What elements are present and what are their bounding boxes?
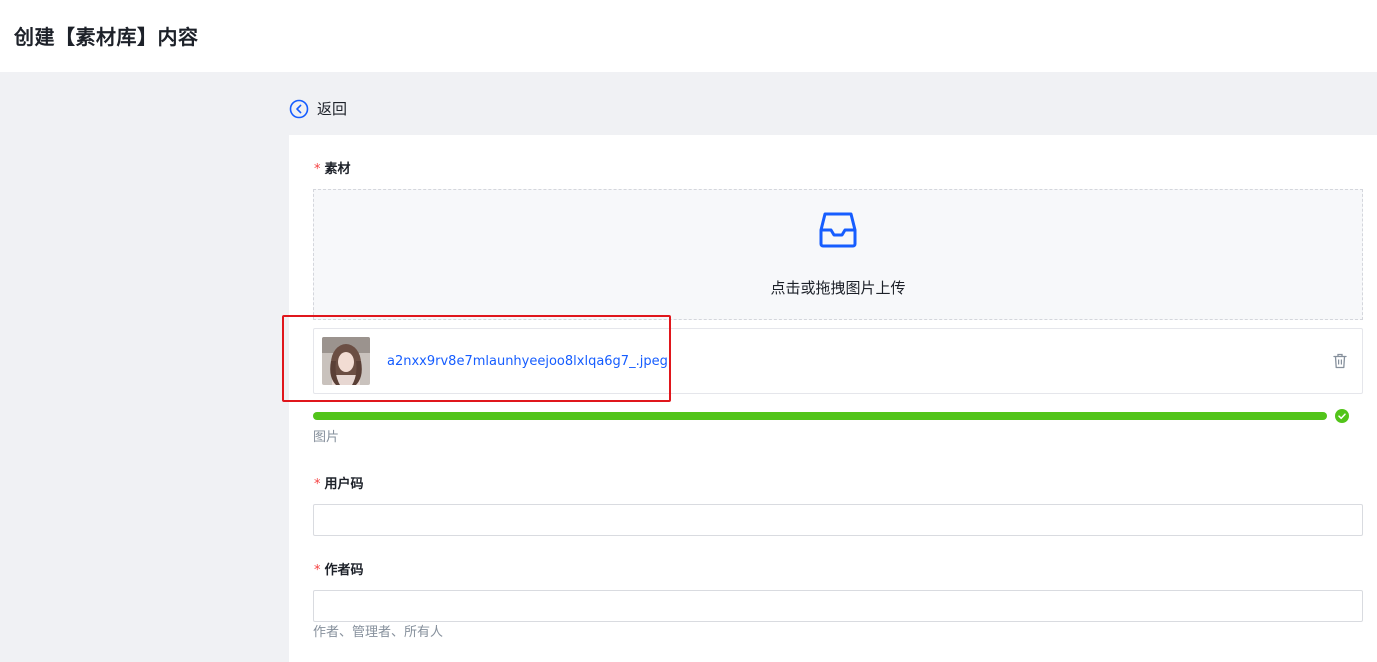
uploaded-file-item: a2nxx9rv8e7mlaunhyeejoo8lxlqa6g7_.jpeg: [313, 328, 1363, 394]
material-label-text: 素材: [324, 162, 351, 177]
required-mark: *: [314, 477, 321, 492]
author-code-helper-text: 作者、管理者、所有人: [313, 625, 444, 640]
author-code-label: * 作者码: [314, 562, 364, 580]
user-code-input[interactable]: [313, 504, 1363, 536]
image-upload-dropzone[interactable]: 点击或拖拽图片上传: [313, 189, 1363, 320]
upload-progress-fill: [313, 412, 1327, 420]
trash-icon[interactable]: [1333, 353, 1347, 369]
form-card: * 素材 点击或拖拽图片上传 a2nxx9rv8e7mlaunhyeejoo8lx…: [289, 135, 1377, 662]
upload-hint: 点击或拖拽图片上传: [770, 279, 906, 297]
circle-chevron-left-icon: [289, 99, 309, 119]
top-bar: 创建【素材库】内容: [0, 0, 1377, 72]
back-link[interactable]: 返回: [289, 98, 347, 120]
material-helper-text: 图片: [313, 430, 340, 445]
check-circle-icon: [1335, 409, 1349, 423]
image-thumbnail[interactable]: [322, 337, 370, 385]
thumbnail-image: [322, 337, 370, 385]
page-title: 创建【素材库】内容: [14, 25, 199, 49]
author-code-label-text: 作者码: [324, 563, 364, 578]
back-label: 返回: [317, 100, 348, 118]
required-mark: *: [314, 162, 321, 177]
required-mark: *: [314, 563, 321, 578]
user-code-label-text: 用户码: [324, 477, 364, 492]
uploaded-file-name[interactable]: a2nxx9rv8e7mlaunhyeejoo8lxlqa6g7_.jpeg: [387, 352, 668, 372]
user-code-label: * 用户码: [314, 476, 364, 494]
inbox-icon: [819, 212, 857, 248]
author-code-input[interactable]: [313, 590, 1363, 622]
upload-progress-bar: [313, 412, 1327, 420]
material-label: * 素材: [314, 161, 351, 179]
